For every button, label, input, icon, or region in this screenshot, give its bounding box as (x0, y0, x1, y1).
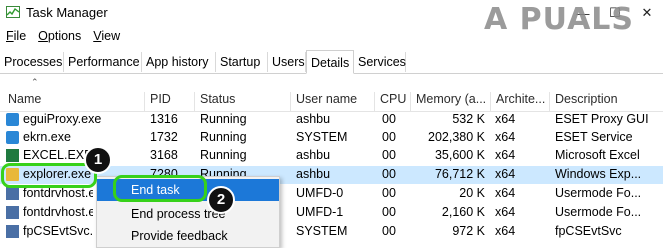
process-cpu: 00 (382, 112, 396, 126)
tab-processes[interactable]: Processes (0, 52, 64, 72)
process-cpu: 00 (382, 148, 396, 162)
column-architecture[interactable]: Archite... (490, 92, 549, 111)
process-cpu: 00 (382, 224, 396, 238)
process-arch: x64 (495, 186, 516, 200)
menu-options[interactable]: Options (32, 29, 87, 47)
process-cpu: 00 (382, 167, 396, 181)
process-user: SYSTEM (296, 224, 348, 238)
close-icon[interactable]: ✕ (631, 0, 663, 26)
column-memory[interactable]: Memory (a... (410, 92, 490, 111)
process-description: fpCSEvtSvc (555, 224, 622, 238)
eset-icon (6, 113, 19, 126)
process-description: ESET Proxy GUI (555, 112, 649, 126)
appuals-watermark: A PUALS (484, 2, 635, 37)
table-row[interactable]: ekrn.exe 1732 Running SYSTEM 00 202,380 … (0, 129, 663, 147)
process-user: SYSTEM (296, 130, 348, 144)
process-pid: 1316 (150, 112, 178, 126)
process-user: UMFD-1 (296, 205, 344, 219)
window-title: Task Manager (26, 5, 108, 20)
process-user: UMFD-0 (296, 186, 344, 200)
process-pid: 3168 (150, 148, 178, 162)
sort-ascending-icon: ⌃ (31, 77, 39, 87)
process-memory: 76,712 K (434, 167, 485, 181)
process-memory: 2,160 K (441, 205, 485, 219)
process-memory: 972 K (452, 224, 485, 238)
process-description: Usermode Fo... (555, 205, 642, 219)
process-name: EXCEL.EXE (23, 148, 93, 162)
tab-bar: Processes Performance App history Startu… (0, 50, 663, 74)
step-badge-2: 2 (207, 186, 235, 214)
process-arch: x64 (495, 224, 516, 238)
app-icon (6, 206, 19, 219)
highlight-end-task (113, 175, 207, 202)
process-user: ashbu (296, 148, 331, 162)
tab-details[interactable]: Details (306, 50, 354, 74)
tab-users[interactable]: Users (268, 52, 306, 72)
app-icon (6, 187, 19, 200)
process-name: fontdrvhost.exe (23, 186, 93, 200)
process-description: ESET Service (555, 130, 633, 144)
process-memory: 35,600 K (434, 148, 485, 162)
context-provide-feedback[interactable]: Provide feedback (97, 225, 279, 247)
process-name: fpCSEvtSvc.exe (23, 224, 93, 238)
process-cpu: 00 (382, 186, 396, 200)
process-status: Running (200, 148, 247, 162)
tab-services[interactable]: Services (354, 52, 406, 72)
process-memory: 20 K (459, 186, 485, 200)
process-pid: 1732 (150, 130, 178, 144)
app-icon (6, 225, 19, 238)
process-memory: 532 K (452, 112, 485, 126)
step-badge-1: 1 (84, 146, 112, 174)
tab-app-history[interactable]: App history (142, 52, 216, 72)
process-status: Running (200, 112, 247, 126)
process-arch: x64 (495, 130, 516, 144)
process-memory: 202,380 K (428, 130, 485, 144)
process-description: Usermode Fo... (555, 186, 642, 200)
process-name: fontdrvhost.exe (23, 205, 93, 219)
column-user-name[interactable]: User name (290, 92, 374, 111)
process-arch: x64 (495, 205, 516, 219)
column-description[interactable]: Description (549, 92, 663, 111)
context-end-process-tree[interactable]: End process tree (97, 203, 279, 225)
process-description: Microsoft Excel (555, 148, 640, 162)
process-arch: x64 (495, 112, 516, 126)
column-status[interactable]: Status (194, 92, 290, 111)
excel-icon (6, 149, 19, 162)
tab-startup[interactable]: Startup (216, 52, 268, 72)
column-header-row: ⌃ Name PID Status User name CPU Memory (… (0, 73, 663, 112)
highlight-explorer-row (1, 163, 97, 188)
process-arch: x64 (495, 167, 516, 181)
process-cpu: 00 (382, 130, 396, 144)
process-status: Running (200, 130, 247, 144)
process-description: Windows Exp... (555, 167, 642, 181)
process-cpu: 00 (382, 205, 396, 219)
eset-icon (6, 131, 19, 144)
column-pid[interactable]: PID (144, 92, 194, 111)
column-name[interactable]: Name (3, 92, 143, 111)
menu-bar: File Options View (0, 29, 126, 47)
table-row[interactable]: eguiProxy.exe 1316 Running ashbu 00 532 … (0, 111, 663, 129)
task-manager-icon (6, 6, 20, 18)
menu-view[interactable]: View (87, 29, 126, 47)
process-name: ekrn.exe (23, 130, 71, 144)
tab-performance[interactable]: Performance (64, 52, 142, 72)
process-name: eguiProxy.exe (23, 112, 102, 126)
menu-file[interactable]: File (0, 29, 32, 47)
process-arch: x64 (495, 148, 516, 162)
process-user: ashbu (296, 112, 331, 126)
process-user: ashbu (296, 167, 331, 181)
column-cpu[interactable]: CPU (374, 92, 410, 111)
